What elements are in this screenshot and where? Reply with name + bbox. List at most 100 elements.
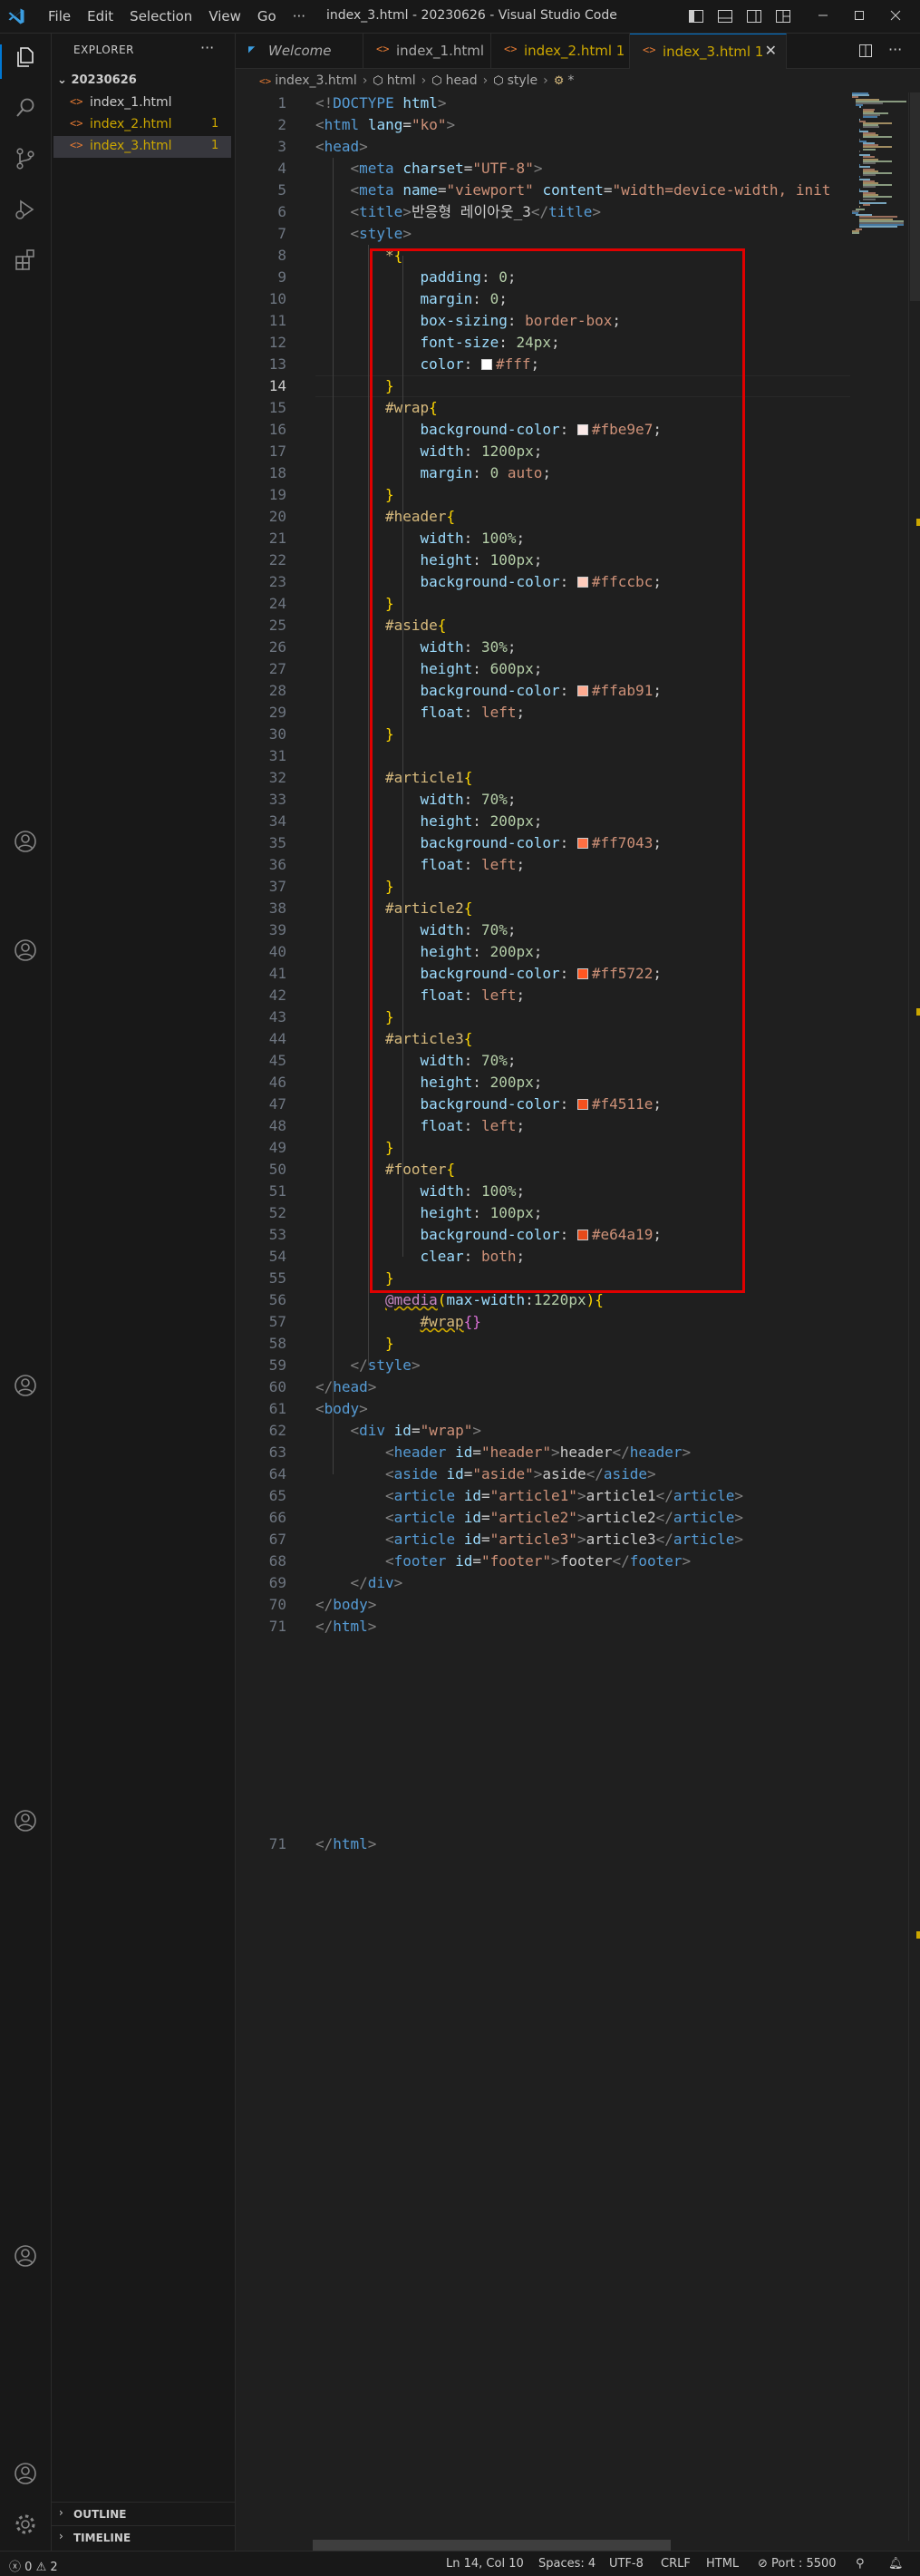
breadcrumb-selector[interactable]: *: [567, 73, 574, 88]
code-line[interactable]: 64 <aside id="aside">aside</aside>: [236, 1463, 852, 1485]
account-icon[interactable]: [13, 938, 38, 963]
live-server-port[interactable]: ⊘ Port : 5500: [758, 2557, 837, 2571]
code-line[interactable]: 26 width: 30%;: [236, 637, 852, 658]
code-line[interactable]: 55}: [236, 1268, 852, 1289]
code-editor[interactable]: 1 <!DOCTYPE html> 2 <html lang="ko"> 3 <head>…: [236, 92, 852, 2541]
code-line[interactable]: 7 <style>: [236, 223, 852, 245]
account-icon[interactable]: [13, 1373, 38, 1398]
close-icon[interactable]: ✕: [765, 42, 777, 59]
code-line[interactable]: 33 width: 70%;: [236, 789, 852, 811]
code-line[interactable]: 11 box-sizing: border-box;: [236, 310, 852, 332]
code-line[interactable]: 69 </div>: [236, 1572, 852, 1594]
tab-index-2[interactable]: <> index_2.html 1: [491, 34, 630, 68]
run-debug-icon[interactable]: [13, 197, 38, 222]
menu-file[interactable]: File: [40, 8, 79, 24]
tab-index-1[interactable]: <> index_1.html: [363, 34, 491, 68]
code-line[interactable]: 36 float: left;: [236, 854, 852, 876]
scrollbar-thumb[interactable]: [910, 92, 920, 301]
code-line[interactable]: 59 </style>: [236, 1355, 852, 1376]
code-line[interactable]: 32 #article1{: [236, 767, 852, 789]
code-line[interactable]: 67 <article id="article3">article3</artic…: [236, 1529, 852, 1550]
code-line[interactable]: 65 <article id="article1">article1</artic…: [236, 1485, 852, 1507]
code-line[interactable]: 39 width: 70%;: [236, 919, 852, 941]
more-icon[interactable]: ···: [888, 43, 902, 59]
menu-view[interactable]: View: [200, 8, 249, 24]
code-line[interactable]: 57 #wrap{}: [236, 1311, 852, 1333]
color-swatch[interactable]: [576, 424, 588, 435]
code-line[interactable]: 22 height: 100px;: [236, 549, 852, 571]
account-icon[interactable]: [13, 2243, 38, 2269]
code-line[interactable]: 4 <meta charset="UTF-8">: [236, 158, 852, 180]
code-line[interactable]: 71 </html>: [236, 1616, 852, 1638]
code-line[interactable]: 35 background-color: #ff7043;: [236, 832, 852, 854]
code-line[interactable]: 34 height: 200px;: [236, 811, 852, 832]
code-line[interactable]: 50 #footer{: [236, 1159, 852, 1181]
color-swatch[interactable]: [576, 838, 588, 849]
code-line[interactable]: 53 background-color: #e64a19;: [236, 1224, 852, 1246]
code-line[interactable]: 12 font-size: 24px;: [236, 332, 852, 354]
breadcrumb-file[interactable]: index_3.html: [275, 73, 357, 88]
file-item[interactable]: <> index_2.html 1: [53, 114, 231, 136]
color-swatch[interactable]: [576, 1099, 588, 1110]
menu-go[interactable]: Go: [249, 8, 285, 24]
minimap[interactable]: [850, 92, 908, 238]
problems-indicator[interactable]: ⓧ 0 ⚠ 2: [9, 2557, 58, 2574]
code-line[interactable]: 1 <!DOCTYPE html>: [236, 92, 852, 114]
code-line[interactable]: 68 <footer id="footer">footer</footer>: [236, 1550, 852, 1572]
tab-index-3[interactable]: <> index_3.html 1 ✕: [630, 34, 787, 69]
code-line[interactable]: 27 height: 600px;: [236, 658, 852, 680]
code-line[interactable]: 40 height: 200px;: [236, 941, 852, 963]
color-swatch[interactable]: [576, 968, 588, 979]
breadcrumb-style[interactable]: style: [508, 73, 538, 88]
code-line[interactable]: 21 width: 100%;: [236, 528, 852, 549]
code-line[interactable]: 56 @media(max-width:1220px){: [236, 1289, 852, 1311]
code-line[interactable]: 15 #wrap{: [236, 397, 852, 419]
code-line[interactable]: 61 <body>: [236, 1398, 852, 1420]
color-swatch[interactable]: [576, 1230, 588, 1240]
file-item-selected[interactable]: <> index_3.html 1: [53, 136, 231, 158]
code-line[interactable]: 31: [236, 745, 852, 767]
indentation[interactable]: Spaces: 4: [538, 2557, 596, 2571]
end-of-line[interactable]: CRLF: [661, 2557, 691, 2571]
code-line[interactable]: 14}: [236, 375, 852, 397]
cursor-position[interactable]: Ln 14, Col 10: [446, 2557, 524, 2571]
code-line[interactable]: 10 margin: 0;: [236, 288, 852, 310]
code-line[interactable]: 29 float: left;: [236, 702, 852, 724]
code-line[interactable]: 41 background-color: #ff5722;: [236, 963, 852, 985]
source-control-icon[interactable]: [13, 146, 38, 171]
menu-more[interactable]: ···: [285, 8, 314, 24]
file-item[interactable]: <> index_1.html: [53, 92, 231, 114]
timeline-section[interactable]: › TIMELINE: [52, 2525, 235, 2550]
code-line[interactable]: 51 width: 100%;: [236, 1181, 852, 1202]
code-line[interactable]: 16 background-color: #fbe9e7;: [236, 419, 852, 441]
code-line[interactable]: 54 clear: both;: [236, 1246, 852, 1268]
menu-edit[interactable]: Edit: [79, 8, 121, 24]
code-line[interactable]: 62 <div id="wrap">: [236, 1420, 852, 1442]
encoding[interactable]: UTF-8: [609, 2557, 644, 2571]
account-icon[interactable]: [13, 1808, 38, 1833]
code-line[interactable]: 18 margin: 0 auto;: [236, 462, 852, 484]
code-line[interactable]: 45 width: 70%;: [236, 1050, 852, 1072]
breadcrumb-html[interactable]: html: [387, 73, 416, 88]
account-icon[interactable]: [13, 829, 38, 854]
feedback-icon[interactable]: ⚲: [856, 2557, 865, 2571]
search-icon[interactable]: [13, 95, 38, 121]
files-icon[interactable]: [13, 44, 38, 70]
code-line[interactable]: 6 <title>반응형 레이아웃_3</title>: [236, 201, 852, 223]
outline-section[interactable]: › OUTLINE: [52, 2502, 235, 2526]
folder-root[interactable]: ⌄ 20230626: [57, 73, 137, 87]
code-line[interactable]: 30}: [236, 724, 852, 745]
color-swatch[interactable]: [576, 577, 588, 588]
code-line[interactable]: 9 padding: 0;: [236, 267, 852, 288]
code-line[interactable]: 63 <header id="header">header</header>: [236, 1442, 852, 1463]
color-swatch[interactable]: [480, 359, 492, 370]
code-line[interactable]: 44 #article3{: [236, 1028, 852, 1050]
code-line[interactable]: 13 color: #fff;: [236, 354, 852, 375]
account-icon[interactable]: [13, 2461, 38, 2486]
toggle-primary-sidebar-icon[interactable]: [687, 7, 705, 25]
settings-gear-icon[interactable]: [13, 2512, 38, 2537]
code-line[interactable]: 2 <html lang="ko">: [236, 114, 852, 136]
code-line[interactable]: 71 </html>: [236, 1833, 852, 1855]
code-line[interactable]: 47 background-color: #f4511e;: [236, 1094, 852, 1115]
vertical-scrollbar[interactable]: [908, 92, 920, 2541]
